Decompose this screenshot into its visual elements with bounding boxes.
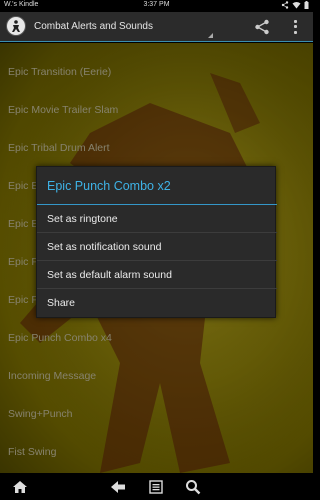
battery-icon xyxy=(304,1,309,9)
action-bar: Combat Alerts and Sounds xyxy=(0,12,313,42)
spinner-indicator-icon xyxy=(208,33,213,38)
dialog-title: Epic Punch Combo x2 xyxy=(37,167,277,205)
ringtone-options-dialog: Epic Punch Combo x2 Set as ringtone Set … xyxy=(36,166,277,318)
set-alarm-option[interactable]: Set as default alarm sound xyxy=(37,261,277,289)
status-time: 3:37 PM xyxy=(143,1,170,8)
home-icon[interactable] xyxy=(12,479,28,495)
share-network-icon xyxy=(281,1,289,9)
menu-icon[interactable] xyxy=(148,479,164,495)
back-icon[interactable] xyxy=(110,479,126,495)
wifi-icon xyxy=(292,2,301,9)
status-bar: W.'s Kindle 3:37 PM xyxy=(0,0,313,12)
app-logo-icon[interactable] xyxy=(6,16,26,36)
set-ringtone-option[interactable]: Set as ringtone xyxy=(37,205,277,233)
search-icon[interactable] xyxy=(185,479,201,495)
set-notification-option[interactable]: Set as notification sound xyxy=(37,233,277,261)
status-icons xyxy=(281,1,309,9)
share-option[interactable]: Share xyxy=(37,289,277,317)
share-icon[interactable] xyxy=(254,19,270,35)
overflow-menu-icon[interactable] xyxy=(291,19,299,35)
app-title[interactable]: Combat Alerts and Sounds xyxy=(34,21,153,32)
navigation-bar xyxy=(0,473,313,500)
